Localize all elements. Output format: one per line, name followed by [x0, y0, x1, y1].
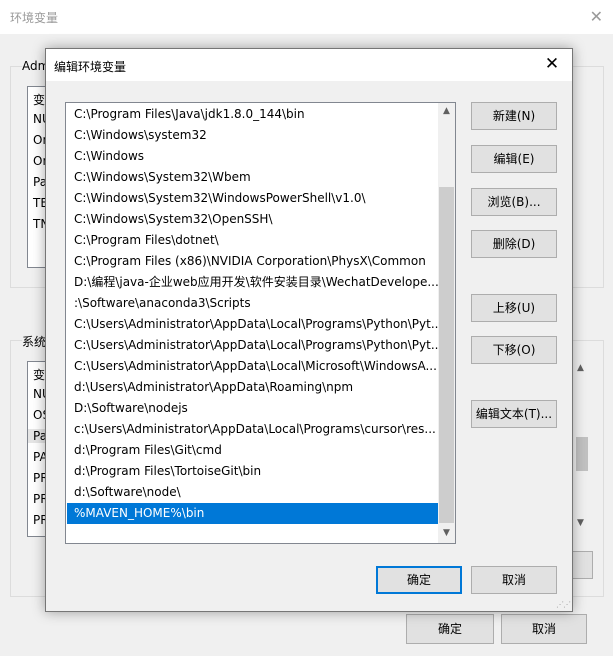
scroll-down-icon[interactable]: ▼ [577, 518, 584, 528]
path-list-item[interactable]: D:\Software\nodejs [67, 398, 438, 419]
path-list-item[interactable]: :\Software\anaconda3\Scripts [67, 293, 438, 314]
path-list-item[interactable]: C:\Users\Administrator\AppData\Local\Pro… [67, 314, 438, 335]
scroll-up-icon[interactable]: ▲ [438, 103, 455, 120]
edit-text-button[interactable]: 编辑文本(T)... [471, 400, 557, 428]
dialog-title: 编辑环境变量 [54, 60, 127, 74]
path-list-item[interactable]: %MAVEN_HOME%\bin [67, 503, 438, 524]
path-list-item[interactable]: C:\Users\Administrator\AppData\Local\Pro… [67, 335, 438, 356]
path-list-item[interactable]: C:\Windows\System32\Wbem [67, 167, 438, 188]
bg-window-title: 环境变量 [10, 11, 59, 25]
move-up-button-label: 上移(U) [492, 301, 536, 315]
path-list-item[interactable]: d:\Program Files\TortoiseGit\bin [67, 461, 438, 482]
scroll-thumb[interactable] [439, 187, 454, 523]
bg-cancel-button[interactable]: 取消 [501, 614, 587, 644]
resize-grip-icon[interactable]: ⋰⋰ [556, 601, 571, 609]
path-listbox[interactable]: C:\Program Files\Java\jdk1.8.0_144\bin C:… [65, 102, 456, 544]
path-list-item[interactable]: d:\Users\Administrator\AppData\Roaming\n… [67, 377, 438, 398]
system-variables-scrollbar[interactable]: ▲ ▼ [572, 361, 591, 535]
cancel-button-label: 取消 [501, 573, 526, 587]
bg-list-item[interactable]: 变 [33, 366, 45, 383]
bg-hidden-button[interactable] [571, 551, 593, 579]
new-button-label: 新建(N) [492, 109, 536, 123]
path-list-item[interactable]: C:\Windows\System32\OpenSSH\ [67, 209, 438, 230]
cancel-button[interactable]: 取消 [471, 566, 557, 594]
browse-button[interactable]: 浏览(B)... [471, 188, 557, 216]
delete-button[interactable]: 删除(D) [471, 230, 557, 258]
path-list-item[interactable]: d:\Software\node\ [67, 482, 438, 503]
bg-cancel-label: 取消 [531, 622, 556, 636]
path-list-item[interactable]: C:\Windows\system32 [67, 125, 438, 146]
dialog-titlebar: 编辑环境变量 ✕ [46, 49, 572, 81]
edit-text-button-label: 编辑文本(T)... [475, 407, 553, 421]
scroll-thumb[interactable] [576, 437, 588, 471]
delete-button-label: 删除(D) [492, 237, 536, 251]
edit-button[interactable]: 编辑(E) [471, 145, 557, 173]
path-list-item[interactable]: C:\Program Files\dotnet\ [67, 230, 438, 251]
edit-button-label: 编辑(E) [493, 152, 535, 166]
ok-button[interactable]: 确定 [376, 566, 462, 594]
bg-ok-button[interactable]: 确定 [406, 614, 494, 644]
path-list-item[interactable]: C:\Users\Administrator\AppData\Local\Mic… [67, 356, 438, 377]
bg-ok-label: 确定 [437, 622, 462, 636]
new-button[interactable]: 新建(N) [471, 102, 557, 130]
path-list-item[interactable]: c:\Users\Administrator\AppData\Local\Pro… [67, 419, 438, 440]
path-list-item[interactable]: C:\Windows [67, 146, 438, 167]
path-list-item[interactable]: C:\Program Files (x86)\NVIDIA Corporatio… [67, 251, 438, 272]
edit-env-variable-dialog: 编辑环境变量 ✕ C:\Program Files\Java\jdk1.8.0_… [45, 48, 573, 612]
bg-list-item[interactable]: 变 [33, 91, 45, 108]
path-list-item[interactable]: C:\Program Files\Java\jdk1.8.0_144\bin [67, 104, 438, 125]
move-down-button[interactable]: 下移(O) [471, 336, 557, 364]
bg-titlebar: 环境变量 ✕ [0, 0, 613, 34]
ok-button-label: 确定 [406, 573, 431, 587]
path-list-item[interactable]: d:\Program Files\Git\cmd [67, 440, 438, 461]
browse-button-label: 浏览(B)... [487, 195, 541, 209]
bg-close-icon[interactable]: ✕ [590, 7, 603, 26]
dialog-close-icon[interactable]: ✕ [542, 54, 562, 74]
path-list-scrollbar[interactable]: ▲ ▼ [438, 103, 455, 543]
path-list-item[interactable]: C:\Windows\System32\WindowsPowerShell\v1… [67, 188, 438, 209]
scroll-up-icon[interactable]: ▲ [577, 363, 584, 373]
path-list-item[interactable]: D:\编程\java-企业web应用开发\软件安装目录\WechatDevelo… [67, 272, 438, 293]
move-down-button-label: 下移(O) [492, 343, 536, 357]
move-up-button[interactable]: 上移(U) [471, 294, 557, 322]
scroll-down-icon[interactable]: ▼ [438, 525, 455, 542]
